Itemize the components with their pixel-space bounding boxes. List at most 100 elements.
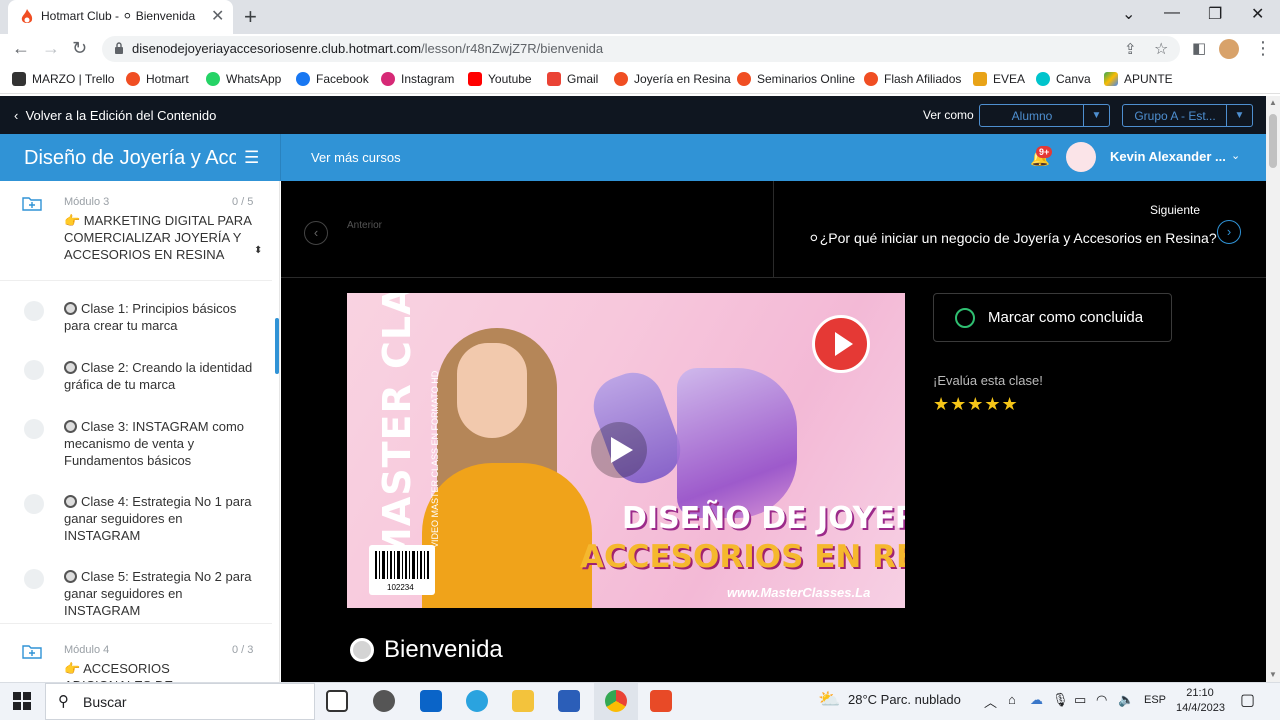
wifi-icon[interactable]: ◠ xyxy=(1096,692,1107,708)
sidepanel-icon[interactable]: ◧ xyxy=(1192,39,1206,57)
more-courses-link[interactable]: Ver más cursos xyxy=(311,150,401,165)
chevron-down-icon[interactable]: ⌄ xyxy=(1231,149,1240,162)
scrollbar-thumb[interactable] xyxy=(1269,114,1277,168)
thumbnail-title-2: ACCESORIOS EN RESINA xyxy=(580,539,905,575)
bookmark-hotmart[interactable]: Hotmart xyxy=(126,72,189,86)
header-divider xyxy=(280,134,281,181)
forward-arrow-icon[interactable]: → xyxy=(42,38,60,59)
outlook-icon[interactable] xyxy=(420,690,442,712)
taskbar-search[interactable]: ⚲ Buscar xyxy=(45,683,315,720)
page-scrollbar[interactable]: ▲ ▼ xyxy=(1266,96,1280,682)
window-close-icon[interactable]: ✕ xyxy=(1251,4,1264,24)
share-icon[interactable]: ⇪ xyxy=(1124,40,1137,58)
bookmark-seminarios[interactable]: Seminarios Online xyxy=(737,72,855,86)
volume-icon[interactable]: 🔈 xyxy=(1118,692,1134,708)
new-tab-icon[interactable]: + xyxy=(244,4,257,30)
lesson-status-icon xyxy=(24,301,44,321)
tray-app-icon[interactable]: ⌂ xyxy=(1008,692,1016,707)
bookmark-facebook[interactable]: Facebook xyxy=(296,72,369,86)
list-item[interactable]: Clase 5: Estrategia No 2 para ganar segu… xyxy=(0,557,272,618)
bookmark-trello[interactable]: MARZO | Trello xyxy=(12,72,114,86)
hotmart-icon xyxy=(614,72,628,86)
prev-label[interactable]: Anterior xyxy=(347,220,382,231)
sidebar-scrollbar[interactable] xyxy=(275,318,279,374)
back-to-edit-link[interactable]: ‹ Volver a la Edición del Contenido xyxy=(14,108,216,123)
language-indicator[interactable]: ESP xyxy=(1144,694,1166,706)
notification-badge: 9+ xyxy=(1036,146,1053,158)
view-as-select[interactable]: Alumno ▼ xyxy=(979,104,1110,127)
list-item[interactable]: Clase 1: Principios básicos para crear t… xyxy=(0,289,272,349)
mic-icon[interactable]: 🎙 xyxy=(1052,692,1069,708)
next-lesson-button[interactable]: › xyxy=(1217,220,1241,244)
radio-icon xyxy=(64,495,77,508)
expand-toggle-icon[interactable]: ⬍ xyxy=(254,245,262,256)
group-select[interactable]: Grupo A - Est... ▼ xyxy=(1122,104,1253,127)
prev-lesson-button[interactable]: ‹ xyxy=(304,221,328,245)
chrome-icon[interactable] xyxy=(605,690,627,712)
minimize-icon[interactable]: — xyxy=(1164,4,1180,22)
next-lesson-title[interactable]: ⚪¿Por qué iniciar un negocio de Joyería … xyxy=(808,230,1217,247)
weather-text[interactable]: 28°C Parc. nublado xyxy=(848,692,961,707)
file-explorer-icon[interactable] xyxy=(512,690,534,712)
avatar[interactable] xyxy=(1066,142,1096,172)
radio-icon xyxy=(64,570,77,583)
word-icon[interactable] xyxy=(558,690,580,712)
list-item[interactable]: Clase 4: Estrategia No 1 para ganar segu… xyxy=(0,482,272,543)
bookmark-canva[interactable]: Canva xyxy=(1036,72,1091,86)
divider xyxy=(0,280,272,281)
scroll-up-icon[interactable]: ▲ xyxy=(1269,98,1277,107)
tray-chevron-icon[interactable]: ︿ xyxy=(984,692,997,711)
battery-icon[interactable]: ▭ xyxy=(1074,692,1086,708)
play-icon[interactable] xyxy=(583,420,655,480)
video-player[interactable]: MASTER CLASS VIDEO MASTER CLASS EN FORMA… xyxy=(347,293,905,608)
tray-cloud-icon[interactable]: ☁ xyxy=(1030,692,1043,708)
tab-title: Hotmart Club - ⚪ Bienvenida xyxy=(41,9,196,23)
thumbnail-pendant xyxy=(677,368,797,518)
browser-menu-icon[interactable]: ⋮ xyxy=(1254,38,1272,59)
lesson-status-icon xyxy=(24,494,44,514)
mark-complete-button[interactable]: Marcar como concluida xyxy=(933,293,1172,342)
maximize-icon[interactable]: ❐ xyxy=(1208,4,1222,24)
scroll-down-icon[interactable]: ▼ xyxy=(1269,670,1277,679)
lesson-status-icon xyxy=(24,419,44,439)
thumbnail-subtitle: VIDEO MASTER CLASS EN FORMATO HD xyxy=(430,370,440,548)
lesson-sidebar: Módulo 3 0 / 5 👉 MARKETING DIGITAL PARA … xyxy=(0,181,280,682)
bookmark-youtube[interactable]: Youtube xyxy=(468,72,532,86)
hamburger-icon[interactable]: ☰ xyxy=(244,148,259,168)
bookmark-gmail[interactable]: Gmail xyxy=(547,72,598,86)
bookmark-instagram[interactable]: Instagram xyxy=(381,72,454,86)
divider xyxy=(773,181,774,278)
hotmart-icon xyxy=(864,72,878,86)
profile-avatar[interactable] xyxy=(1219,39,1239,59)
app-icon[interactable] xyxy=(650,690,672,712)
divider xyxy=(0,623,272,624)
user-name[interactable]: Kevin Alexander ... xyxy=(1110,149,1226,164)
telegram-icon[interactable] xyxy=(466,690,488,712)
taskbar-clock[interactable]: 21:10 14/4/2023 xyxy=(1176,686,1225,716)
course-header: Diseño de Joyería y Accesorios en Resina… xyxy=(0,134,1266,181)
task-view-icon[interactable] xyxy=(326,690,348,712)
star-rating[interactable]: ★★★★★ xyxy=(933,394,1019,415)
list-item[interactable]: Clase 2: Creando la identidad gráfica de… xyxy=(0,348,272,408)
bookmark-star-icon[interactable]: ☆ xyxy=(1154,39,1168,59)
browser-tab[interactable]: Hotmart Club - ⚪ Bienvenida ✕ xyxy=(8,0,233,34)
tab-search-icon[interactable]: ⌄ xyxy=(1122,4,1135,24)
bookmark-whatsapp[interactable]: WhatsApp xyxy=(206,72,281,86)
bookmark-flash[interactable]: Flash Afiliados xyxy=(864,72,961,86)
hotmart-icon xyxy=(21,9,33,23)
reload-icon[interactable]: ↻ xyxy=(72,38,87,59)
thumbnail-title-1: DISEÑO DE JOYERÍA Y xyxy=(622,501,905,536)
lesson-status-icon xyxy=(24,360,44,380)
back-arrow-icon[interactable]: ← xyxy=(12,38,30,59)
folder-plus-icon xyxy=(22,197,42,211)
bookmark-joyeria[interactable]: Joyería en Resina xyxy=(614,72,731,86)
omnibox[interactable]: disenodejoyeriayaccesoriosenre.club.hotm… xyxy=(102,36,1180,62)
windows-start-icon[interactable] xyxy=(13,692,31,710)
app-icon[interactable] xyxy=(373,690,395,712)
url-text: disenodejoyeriayaccesoriosenre.club.hotm… xyxy=(132,41,604,56)
tab-close-icon[interactable]: ✕ xyxy=(211,6,224,26)
bookmark-evea[interactable]: EVEA xyxy=(973,72,1025,86)
list-item[interactable]: Clase 3: INSTAGRAM como mecanismo de ven… xyxy=(0,407,272,468)
notification-center-icon[interactable]: ▢ xyxy=(1240,690,1255,710)
bookmark-apunte[interactable]: APUNTE xyxy=(1104,72,1173,86)
